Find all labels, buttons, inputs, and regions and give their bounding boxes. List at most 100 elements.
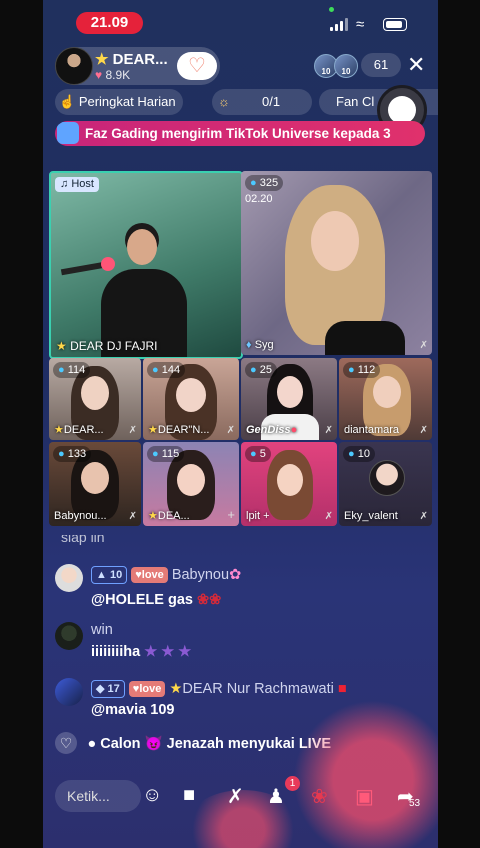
love-badge: ♥love [131, 567, 168, 583]
host-avatar[interactable] [55, 47, 93, 85]
guest-face [311, 211, 359, 271]
mic-muted-icon: ✗ [419, 425, 428, 436]
daily-ranking-button[interactable]: ☝ Peringkat Harian [55, 89, 183, 115]
diamond-icon: ● [250, 448, 257, 460]
gift-banner-text: Faz Gading mengirim TikTok Universe kepa… [85, 126, 391, 141]
chat-username[interactable]: Babynou [172, 567, 229, 583]
guest-tile-4[interactable]: ● 112 diantamara ✗ [339, 358, 432, 440]
chat-body: iiiiiiiiha ★ ★ ★ [91, 644, 191, 660]
guest-count-badge: ● 144 [147, 362, 186, 378]
emoji-icon[interactable]: ☺ [142, 784, 162, 807]
chat-text: siap lin [61, 535, 105, 545]
host-video-tile[interactable]: ♫ Host ★ DEAR DJ FAJRI [49, 171, 243, 359]
mic-muted-icon: ✗ [128, 425, 137, 436]
top-viewers[interactable]: 10 10 [314, 54, 360, 78]
like-text: ● Calon 😈 Jenazah menyukai LIVE [87, 736, 331, 752]
level-badge: ◆ 17 [91, 680, 125, 698]
guest-count-badge: ● 325 [245, 175, 284, 191]
status-bar: 21.09 ≈ [43, 0, 438, 44]
guests-icon[interactable]: ♟ [267, 784, 285, 809]
star-icon: ★ [54, 424, 64, 436]
close-icon[interactable]: ✕ [407, 52, 425, 78]
guest-tile-7[interactable]: ● 5 lpit + ✗ [241, 442, 337, 526]
video-camera-icon[interactable]: ■ [183, 784, 195, 807]
comment-input[interactable]: Ketik... [55, 780, 141, 812]
like-user: Calon 😈 Jenazah [100, 736, 224, 752]
guest-tile-name: Syg [254, 339, 274, 351]
daily-ranking-label: Peringkat Harian [78, 94, 176, 109]
guest-count-value: 112 [357, 364, 376, 376]
guest-name: diantamara [344, 424, 400, 436]
diamond-icon: ● [152, 448, 159, 460]
flower-icon: ✿ [229, 566, 242, 583]
guest-face [177, 464, 205, 496]
heart-outline-icon: ♡ [188, 55, 206, 77]
guest-count-badge: ● 112 [343, 362, 381, 378]
add-icon[interactable]: + [227, 507, 235, 522]
guest-count-value: 325 [259, 177, 279, 189]
follow-heart-button[interactable]: ♡ [177, 52, 217, 80]
gift-banner[interactable]: Faz Gading mengirim TikTok Universe kepa… [55, 121, 425, 146]
guest-name: GenDiss [246, 424, 291, 436]
guest-name: Babynou... [54, 510, 107, 522]
guest-face [81, 462, 109, 494]
planet-icon: ☼ [218, 94, 230, 109]
guest-tile-6[interactable]: ● 115 ★DEA... + [143, 442, 239, 526]
guest-label: ★DEAR"N... [148, 423, 209, 436]
live-stream-screen: 21.09 ≈ ★ DEAR... ♥ 8.9K ♡ 10 10 61 ✕ ☝ … [43, 0, 438, 848]
chat-avatar[interactable] [55, 622, 83, 650]
viewer-avatar[interactable]: 10 [334, 54, 358, 78]
rose-gift-icon[interactable]: ❀ [311, 784, 328, 809]
chat-text: @mavia 109 [91, 702, 175, 718]
star-icon: ★ [148, 510, 158, 522]
guest-tile-5[interactable]: ● 133 Babynou... ✗ [49, 442, 141, 526]
badge-text: love [141, 569, 164, 581]
guest-face [277, 376, 303, 408]
chat-avatar[interactable] [55, 678, 83, 706]
likes-value: 8.9K [105, 68, 131, 82]
ghost-icon: ● [87, 736, 97, 752]
mic-muted-icon: ✗ [324, 511, 333, 522]
chat-username[interactable]: win [91, 622, 113, 638]
guest-tile-2[interactable]: ● 144 ★DEAR"N... ✗ [143, 358, 239, 440]
chat-avatar[interactable] [55, 564, 83, 592]
status-time: 21.09 [76, 12, 143, 34]
guest-name: DEA... [157, 510, 190, 522]
heart-icon[interactable]: ♡ [55, 732, 77, 754]
add-icon[interactable]: + [263, 510, 269, 522]
chat-message-faded: siap lin [43, 535, 438, 551]
guest-tile-3[interactable]: ● 25 GenDiss● ✗ [241, 358, 337, 440]
guest-tile-8[interactable]: ● 10 Eky_valent ✗ [339, 442, 432, 526]
battery-icon [383, 18, 407, 31]
guest-tile-1[interactable]: ● 114 ★DEAR... ✗ [49, 358, 141, 440]
chat-text: iiiiiiiiha [91, 644, 141, 660]
goal-progress[interactable]: ☼ 0/1 [212, 89, 312, 115]
chat-username[interactable]: DEAR Nur Rachmawati [182, 681, 334, 697]
guest-label: Eky_valent [344, 510, 398, 522]
lips-icon: ● [290, 424, 298, 436]
guest-count-badge: ● 10 [343, 446, 375, 462]
guest-label: ★DEA... [148, 509, 190, 522]
diamond-icon: ● [250, 364, 257, 376]
guest-label: Babynou... [54, 510, 107, 522]
privacy-dot [329, 7, 334, 12]
guest-video-tile[interactable]: ● 325 02.20 ♦ Syg ✗ [241, 171, 432, 355]
chat-message[interactable]: ▲ 10 ♥love Babynou✿ @HOLELE gas ❀❀ [43, 562, 438, 618]
mic-muted-icon[interactable]: ✗ [227, 784, 244, 809]
guest-tile-label: ♦ Syg [246, 339, 274, 351]
mic-muted-icon: ✗ [419, 511, 428, 522]
guest-label: GenDiss● [246, 424, 297, 436]
chat-message[interactable]: win iiiiiiiiha ★ ★ ★ [43, 620, 438, 670]
level-value: 17 [107, 683, 120, 695]
viewer-count[interactable]: 61 [361, 53, 401, 77]
guest-count-badge: ● 5 [245, 446, 271, 462]
host-info[interactable]: ★ DEAR... ♥ 8.9K ♡ [55, 47, 220, 85]
signal-icon [330, 18, 348, 31]
diamond-icon: ● [250, 177, 257, 189]
guest-count-badge: ● 114 [53, 362, 91, 378]
diamond-icon: ● [58, 448, 65, 460]
guest-face [81, 376, 109, 410]
notification-badge: 1 [285, 776, 300, 791]
guest-top [325, 321, 405, 355]
gift-icon[interactable]: ▣ [355, 784, 374, 809]
